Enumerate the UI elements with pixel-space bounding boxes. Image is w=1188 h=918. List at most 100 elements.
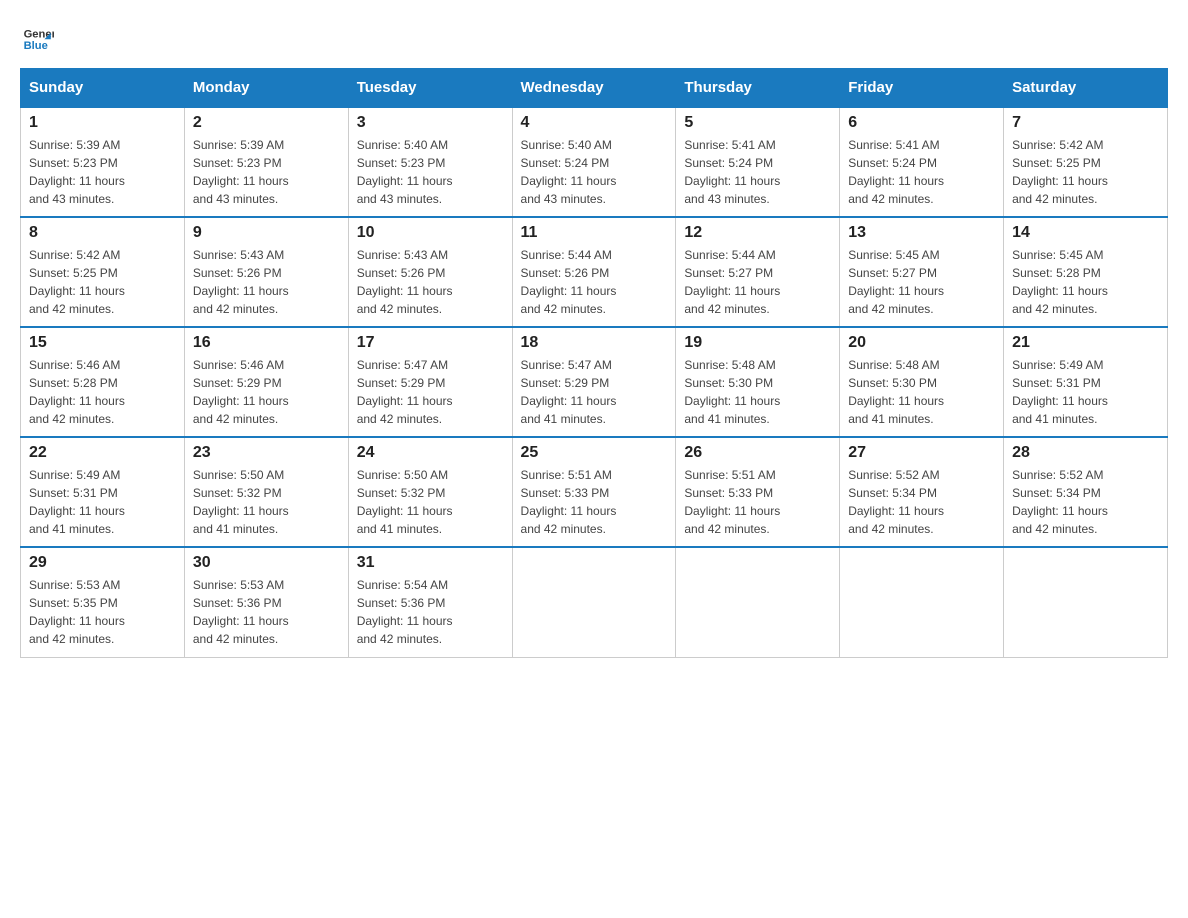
day-info: Sunrise: 5:42 AMSunset: 5:25 PMDaylight:… (29, 248, 125, 316)
day-number: 12 (684, 224, 831, 242)
day-info: Sunrise: 5:41 AMSunset: 5:24 PMDaylight:… (684, 138, 780, 206)
day-info: Sunrise: 5:54 AMSunset: 5:36 PMDaylight:… (357, 578, 453, 646)
calendar-cell: 28 Sunrise: 5:52 AMSunset: 5:34 PMDaylig… (1004, 437, 1168, 547)
day-number: 21 (1012, 334, 1159, 352)
logo-icon: General Blue (22, 20, 54, 52)
weekday-header-friday: Friday (840, 69, 1004, 108)
calendar-cell: 8 Sunrise: 5:42 AMSunset: 5:25 PMDayligh… (21, 217, 185, 327)
day-info: Sunrise: 5:51 AMSunset: 5:33 PMDaylight:… (684, 468, 780, 536)
calendar-cell (1004, 547, 1168, 657)
day-number: 18 (521, 334, 668, 352)
calendar-cell: 11 Sunrise: 5:44 AMSunset: 5:26 PMDaylig… (512, 217, 676, 327)
calendar-cell: 22 Sunrise: 5:49 AMSunset: 5:31 PMDaylig… (21, 437, 185, 547)
day-number: 9 (193, 224, 340, 242)
day-number: 31 (357, 554, 504, 572)
day-info: Sunrise: 5:42 AMSunset: 5:25 PMDaylight:… (1012, 138, 1108, 206)
calendar-cell: 9 Sunrise: 5:43 AMSunset: 5:26 PMDayligh… (184, 217, 348, 327)
day-number: 15 (29, 334, 176, 352)
day-number: 22 (29, 444, 176, 462)
day-info: Sunrise: 5:41 AMSunset: 5:24 PMDaylight:… (848, 138, 944, 206)
calendar-cell: 30 Sunrise: 5:53 AMSunset: 5:36 PMDaylig… (184, 547, 348, 657)
day-number: 14 (1012, 224, 1159, 242)
day-number: 19 (684, 334, 831, 352)
day-info: Sunrise: 5:49 AMSunset: 5:31 PMDaylight:… (29, 468, 125, 536)
calendar-cell (676, 547, 840, 657)
calendar-cell: 23 Sunrise: 5:50 AMSunset: 5:32 PMDaylig… (184, 437, 348, 547)
calendar-cell: 5 Sunrise: 5:41 AMSunset: 5:24 PMDayligh… (676, 107, 840, 217)
day-number: 27 (848, 444, 995, 462)
calendar-cell: 6 Sunrise: 5:41 AMSunset: 5:24 PMDayligh… (840, 107, 1004, 217)
calendar-cell: 24 Sunrise: 5:50 AMSunset: 5:32 PMDaylig… (348, 437, 512, 547)
day-info: Sunrise: 5:48 AMSunset: 5:30 PMDaylight:… (684, 358, 780, 426)
day-info: Sunrise: 5:49 AMSunset: 5:31 PMDaylight:… (1012, 358, 1108, 426)
day-info: Sunrise: 5:44 AMSunset: 5:27 PMDaylight:… (684, 248, 780, 316)
calendar-cell: 13 Sunrise: 5:45 AMSunset: 5:27 PMDaylig… (840, 217, 1004, 327)
day-number: 20 (848, 334, 995, 352)
calendar-cell: 17 Sunrise: 5:47 AMSunset: 5:29 PMDaylig… (348, 327, 512, 437)
weekday-header-saturday: Saturday (1004, 69, 1168, 108)
day-info: Sunrise: 5:40 AMSunset: 5:23 PMDaylight:… (357, 138, 453, 206)
day-number: 4 (521, 114, 668, 132)
day-number: 30 (193, 554, 340, 572)
day-number: 25 (521, 444, 668, 462)
weekday-header-sunday: Sunday (21, 69, 185, 108)
day-number: 3 (357, 114, 504, 132)
week-row-2: 8 Sunrise: 5:42 AMSunset: 5:25 PMDayligh… (21, 217, 1168, 327)
day-info: Sunrise: 5:47 AMSunset: 5:29 PMDaylight:… (357, 358, 453, 426)
day-number: 10 (357, 224, 504, 242)
calendar-cell: 10 Sunrise: 5:43 AMSunset: 5:26 PMDaylig… (348, 217, 512, 327)
day-info: Sunrise: 5:39 AMSunset: 5:23 PMDaylight:… (29, 138, 125, 206)
day-number: 23 (193, 444, 340, 462)
day-number: 8 (29, 224, 176, 242)
calendar-cell: 21 Sunrise: 5:49 AMSunset: 5:31 PMDaylig… (1004, 327, 1168, 437)
day-number: 16 (193, 334, 340, 352)
calendar-cell: 27 Sunrise: 5:52 AMSunset: 5:34 PMDaylig… (840, 437, 1004, 547)
calendar-cell: 31 Sunrise: 5:54 AMSunset: 5:36 PMDaylig… (348, 547, 512, 657)
day-info: Sunrise: 5:43 AMSunset: 5:26 PMDaylight:… (357, 248, 453, 316)
day-number: 6 (848, 114, 995, 132)
day-number: 26 (684, 444, 831, 462)
day-info: Sunrise: 5:40 AMSunset: 5:24 PMDaylight:… (521, 138, 617, 206)
calendar-cell: 18 Sunrise: 5:47 AMSunset: 5:29 PMDaylig… (512, 327, 676, 437)
page-header: General Blue (20, 20, 1168, 52)
weekday-header-wednesday: Wednesday (512, 69, 676, 108)
calendar-cell: 7 Sunrise: 5:42 AMSunset: 5:25 PMDayligh… (1004, 107, 1168, 217)
weekday-header-row: SundayMondayTuesdayWednesdayThursdayFrid… (21, 69, 1168, 108)
calendar-cell: 4 Sunrise: 5:40 AMSunset: 5:24 PMDayligh… (512, 107, 676, 217)
day-info: Sunrise: 5:45 AMSunset: 5:27 PMDaylight:… (848, 248, 944, 316)
day-number: 11 (521, 224, 668, 242)
day-number: 1 (29, 114, 176, 132)
day-info: Sunrise: 5:43 AMSunset: 5:26 PMDaylight:… (193, 248, 289, 316)
calendar-cell: 20 Sunrise: 5:48 AMSunset: 5:30 PMDaylig… (840, 327, 1004, 437)
day-number: 24 (357, 444, 504, 462)
day-info: Sunrise: 5:46 AMSunset: 5:29 PMDaylight:… (193, 358, 289, 426)
day-info: Sunrise: 5:50 AMSunset: 5:32 PMDaylight:… (357, 468, 453, 536)
calendar-cell: 12 Sunrise: 5:44 AMSunset: 5:27 PMDaylig… (676, 217, 840, 327)
calendar-table: SundayMondayTuesdayWednesdayThursdayFrid… (20, 68, 1168, 658)
day-info: Sunrise: 5:47 AMSunset: 5:29 PMDaylight:… (521, 358, 617, 426)
day-number: 13 (848, 224, 995, 242)
day-info: Sunrise: 5:39 AMSunset: 5:23 PMDaylight:… (193, 138, 289, 206)
day-number: 5 (684, 114, 831, 132)
day-number: 29 (29, 554, 176, 572)
day-info: Sunrise: 5:48 AMSunset: 5:30 PMDaylight:… (848, 358, 944, 426)
calendar-cell: 16 Sunrise: 5:46 AMSunset: 5:29 PMDaylig… (184, 327, 348, 437)
day-number: 2 (193, 114, 340, 132)
calendar-body: 1 Sunrise: 5:39 AMSunset: 5:23 PMDayligh… (21, 107, 1168, 657)
day-number: 7 (1012, 114, 1159, 132)
day-info: Sunrise: 5:50 AMSunset: 5:32 PMDaylight:… (193, 468, 289, 536)
svg-text:Blue: Blue (24, 40, 48, 52)
week-row-4: 22 Sunrise: 5:49 AMSunset: 5:31 PMDaylig… (21, 437, 1168, 547)
week-row-1: 1 Sunrise: 5:39 AMSunset: 5:23 PMDayligh… (21, 107, 1168, 217)
day-info: Sunrise: 5:46 AMSunset: 5:28 PMDaylight:… (29, 358, 125, 426)
day-info: Sunrise: 5:52 AMSunset: 5:34 PMDaylight:… (848, 468, 944, 536)
day-number: 17 (357, 334, 504, 352)
calendar-cell: 3 Sunrise: 5:40 AMSunset: 5:23 PMDayligh… (348, 107, 512, 217)
calendar-cell: 1 Sunrise: 5:39 AMSunset: 5:23 PMDayligh… (21, 107, 185, 217)
calendar-cell (840, 547, 1004, 657)
day-number: 28 (1012, 444, 1159, 462)
calendar-cell: 25 Sunrise: 5:51 AMSunset: 5:33 PMDaylig… (512, 437, 676, 547)
weekday-header-thursday: Thursday (676, 69, 840, 108)
week-row-5: 29 Sunrise: 5:53 AMSunset: 5:35 PMDaylig… (21, 547, 1168, 657)
day-info: Sunrise: 5:53 AMSunset: 5:36 PMDaylight:… (193, 578, 289, 646)
